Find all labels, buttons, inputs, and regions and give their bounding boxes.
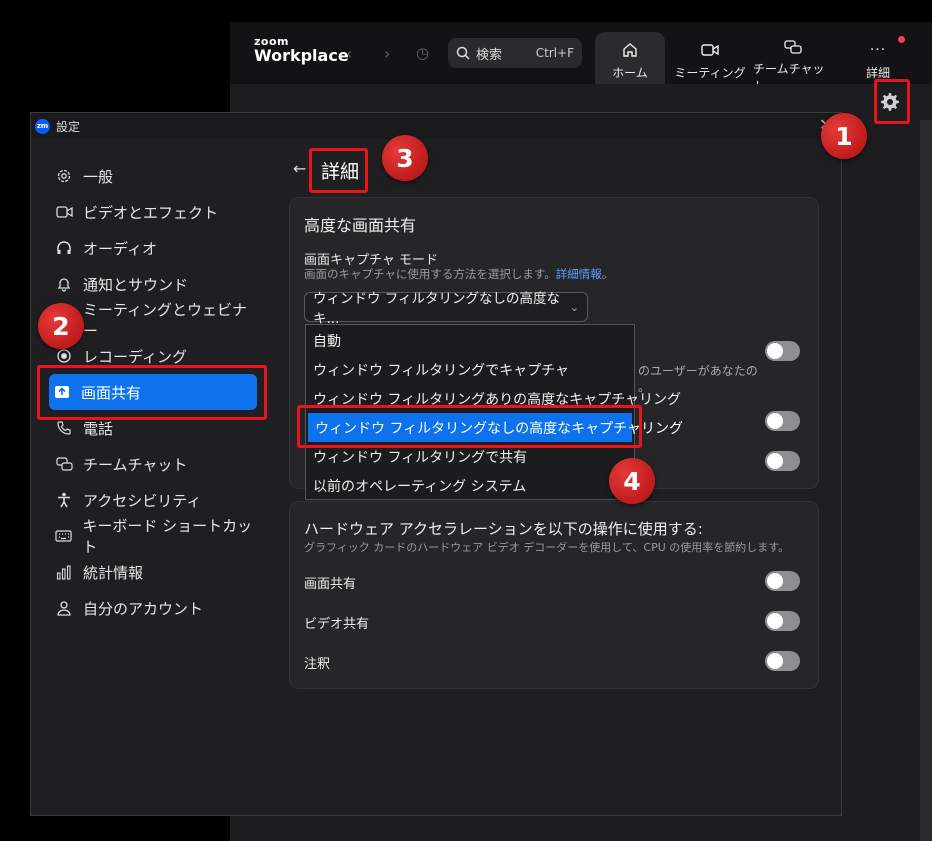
sidebar-item-label: ミーティングとウェビナー — [82, 301, 248, 340]
search-label: 検索 — [476, 47, 503, 63]
tab-more[interactable]: ··· 詳細 — [855, 32, 901, 84]
search-icon — [456, 46, 470, 60]
background-panel — [920, 120, 932, 841]
sidebar-item-label: 自分のアカウント — [83, 599, 204, 618]
keyboard-icon — [55, 530, 72, 542]
select-value: ウィンドウ フィルタリングなしの高度なキ... — [313, 291, 561, 327]
record-icon — [57, 349, 71, 363]
logo-workplace-text: Workplace — [254, 46, 349, 65]
tab-team-chat[interactable]: チームチャット — [753, 32, 833, 93]
step-badge-3: 3 — [382, 135, 428, 181]
sidebar-item-audio[interactable]: オーディオ — [51, 233, 261, 263]
back-nav-icon[interactable]: ‹ — [346, 44, 352, 63]
hw-option-label: 画面共有 — [304, 577, 357, 592]
home-icon — [623, 43, 637, 57]
video-icon — [701, 44, 719, 56]
chat-icon — [784, 40, 802, 54]
headphones-icon — [57, 241, 71, 254]
sidebar-item-label: ビデオとエフェクト — [83, 203, 219, 222]
hardware-acceleration-card: ハードウェア アクセラレーションを以下の操作に使用する: グラフィック カードの… — [289, 501, 819, 689]
toggle-switch[interactable] — [765, 451, 800, 471]
sidebar-item-statistics[interactable]: 統計情報 — [51, 557, 261, 587]
sidebar-item-label: レコーディング — [83, 347, 187, 366]
dropdown-option[interactable]: ウィンドウ フィルタリングでキャプチャ — [306, 355, 634, 384]
option-label: 自動 — [313, 333, 341, 350]
sidebar-item-notifications[interactable]: 通知とサウンド — [51, 269, 261, 299]
card-title: 高度な画面共有 — [304, 216, 417, 235]
capture-desc-end: 。 — [601, 267, 614, 281]
dropdown-option[interactable]: 以前のオペレーティング システム — [306, 471, 634, 500]
back-arrow-icon[interactable]: ← — [293, 159, 306, 178]
option-label: 以前のオペレーティング システム — [313, 478, 527, 495]
step-badge-1: 1 — [821, 113, 867, 159]
history-icon[interactable]: ◷ — [416, 44, 429, 62]
learn-more-link[interactable]: 詳細情報 — [556, 267, 602, 281]
sidebar-item-label: チームチャット — [83, 455, 188, 474]
sidebar-item-label: 電話 — [83, 419, 114, 438]
sidebar-item-label: オーディオ — [83, 239, 157, 258]
hw-option-label: ビデオ共有 — [304, 617, 370, 632]
user-icon — [57, 601, 71, 616]
toggle-hw-annotation[interactable] — [765, 651, 800, 671]
video-icon — [55, 206, 73, 218]
obscured-desc-text: のユーザーがあなたの — [638, 364, 758, 378]
toggle-switch[interactable] — [765, 341, 800, 361]
forward-nav-icon[interactable]: › — [384, 44, 390, 63]
card-title: ハードウェア アクセラレーションを以下の操作に使用する: — [304, 520, 703, 538]
chat-icon — [55, 456, 73, 471]
top-bar: zoom Workplace ‹ › ◷ 検索 Ctrl+F ホーム ミーティン… — [230, 22, 932, 93]
tab-label: ミーティング — [674, 66, 746, 80]
tab-label: ホーム — [612, 66, 648, 80]
toggle-switch[interactable] — [765, 411, 800, 431]
highlight-box-gear — [874, 79, 910, 124]
sidebar-item-label: 通知とサウンド — [83, 275, 189, 294]
step-badge-4: 4 — [609, 458, 655, 504]
chevron-down-icon: ⌄ — [569, 300, 579, 314]
sidebar-item-label: 統計情報 — [83, 563, 144, 582]
step-badge-2: 2 — [38, 303, 84, 349]
bell-icon — [57, 278, 71, 292]
hw-desc: グラフィック カードのハードウェア ビデオ デコーダーを使用して、CPU の使用… — [304, 541, 790, 554]
sidebar-item-label: 一般 — [83, 167, 114, 186]
accessibility-icon — [58, 492, 70, 508]
dialog-title-bar: zm 設定 ✕ — [31, 113, 841, 139]
phone-icon — [57, 421, 71, 435]
sidebar-item-label: キーボード ショートカット — [82, 517, 253, 556]
tab-home[interactable]: ホーム — [595, 32, 665, 84]
sidebar-item-label: アクセシビリティ — [83, 491, 202, 510]
highlight-box-screen-share — [37, 365, 267, 420]
notification-dot — [898, 36, 905, 43]
highlight-box-title — [309, 148, 368, 193]
stats-icon — [56, 564, 71, 580]
more-icon: ··· — [869, 42, 887, 58]
sidebar-item-video[interactable]: ビデオとエフェクト — [51, 197, 261, 227]
zoom-app-icon: zm — [35, 118, 50, 134]
gear-icon — [57, 169, 71, 183]
hw-option-label: 注釈 — [304, 657, 331, 672]
toggle-hw-screen-share[interactable] — [765, 571, 800, 591]
settings-dialog: zm 設定 ✕ 一般 ビデオとエフェクト オーディオ 通知とサウンド ミーティン… — [30, 112, 842, 816]
option-label: ウィンドウ フィルタリングでキャプチャ — [313, 362, 570, 379]
sidebar-item-team-chat[interactable]: チームチャット — [51, 449, 261, 479]
capture-mode-select[interactable]: ウィンドウ フィルタリングなしの高度なキ... ⌄ — [304, 291, 588, 327]
sidebar-item-general[interactable]: 一般 — [51, 161, 261, 191]
capture-mode-desc: 画面のキャプチャに使用する方法を選択します。詳細情報。 — [304, 266, 613, 282]
zoom-logo: zoom Workplace — [254, 36, 349, 64]
dialog-title: 設定 — [56, 119, 81, 134]
search-shortcut: Ctrl+F — [535, 46, 574, 60]
highlight-box-option — [297, 405, 642, 448]
capture-desc-text: 画面のキャプチャに使用する方法を選択します。 — [304, 267, 556, 281]
tab-meetings[interactable]: ミーティング — [670, 32, 750, 84]
toggle-hw-video-share[interactable] — [765, 611, 800, 631]
sidebar-item-keyboard[interactable]: キーボード ショートカット — [51, 517, 261, 556]
sidebar-item-accessibility[interactable]: アクセシビリティ — [51, 485, 261, 515]
sidebar-item-account[interactable]: 自分のアカウント — [51, 593, 261, 623]
search-box[interactable]: 検索 Ctrl+F — [448, 38, 582, 68]
dropdown-option[interactable]: 自動 — [306, 326, 634, 355]
option-label: ウィンドウ フィルタリングで共有 — [313, 449, 528, 466]
